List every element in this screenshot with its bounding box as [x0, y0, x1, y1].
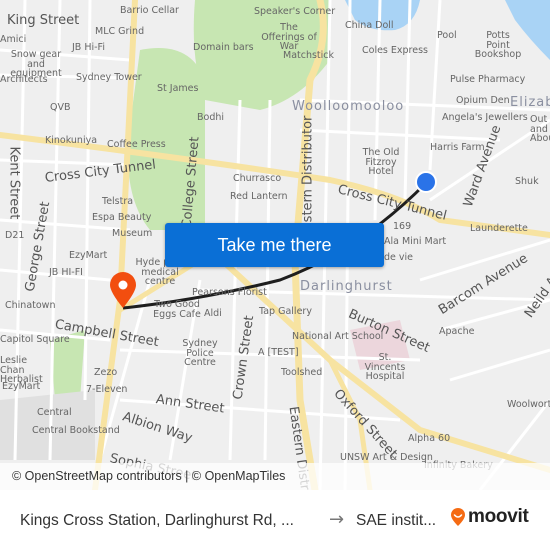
- poi-label: Amici: [0, 34, 27, 45]
- destination-name: SAE instit...: [356, 512, 437, 529]
- street-kent: Kent Street: [6, 146, 22, 220]
- poi-label: Shuk: [515, 176, 539, 187]
- attribution-text[interactable]: © OpenStreetMap contributors | © OpenMap…: [12, 469, 285, 483]
- poi-label: Barrio Cellar: [120, 5, 179, 16]
- poi-label: Capitol Square: [0, 334, 70, 345]
- poi-label: UNSW Art & Design: [340, 452, 433, 463]
- poi-label: Speaker's Corner: [254, 6, 336, 17]
- poi-label: JB HI-FI: [49, 267, 83, 278]
- poi-label: Coffee Press: [107, 139, 166, 150]
- poi-label: EzyMart: [69, 250, 108, 261]
- poi-label: D21: [5, 230, 25, 241]
- street-eastern-distributor: Eastern Distributor: [300, 115, 316, 239]
- poi-label: Zezo: [94, 367, 118, 378]
- poi-label: Churrasco: [233, 173, 282, 184]
- poi-label: Sydney Police Centre: [182, 338, 218, 368]
- poi-label: Red Lantern: [230, 191, 288, 202]
- poi-label: Two Good Eggs Cafe: [153, 299, 201, 320]
- poi-label: National Art School: [292, 331, 384, 342]
- poi-label: Woolworths: [507, 399, 550, 410]
- poi-label: Ala Mini Mart: [384, 236, 447, 247]
- poi-label: Bodhi: [197, 112, 225, 123]
- poi-label: Domain bars: [193, 42, 254, 53]
- poi-label: JB Hi-Fi: [72, 42, 105, 53]
- origin-name: Kings Cross Station, Darlinghurst Rd, ..…: [20, 512, 294, 529]
- poi-label: Potts Point Bookshop: [474, 30, 522, 60]
- poi-label: Pool: [437, 30, 457, 41]
- poi-label: Architects: [0, 74, 48, 85]
- poi-label: Chinatown: [5, 300, 56, 311]
- moovit-pin-icon: [451, 507, 465, 526]
- poi-label: EzyMart: [2, 381, 41, 392]
- poi-label: Opium Den: [456, 95, 510, 106]
- poi-label: St James: [157, 83, 199, 94]
- poi-label: Central Bookstand: [32, 425, 120, 436]
- poi-label: St. Vincents Hospital: [364, 352, 406, 382]
- moovit-logo[interactable]: moovit: [450, 506, 529, 528]
- poi-label: Angela's Jewellers: [442, 112, 528, 123]
- poi-label: Toolshed: [281, 367, 323, 378]
- poi-label: Matchstick: [283, 50, 335, 61]
- poi-label: Museum: [112, 228, 153, 239]
- poi-label: Coles Express: [362, 45, 428, 56]
- poi-label: Telstra: [102, 196, 134, 207]
- poi-label: The Offerings of War: [261, 22, 317, 52]
- poi-label: MLC Grind: [95, 26, 145, 37]
- district-darlinghurst: Darlinghurst: [300, 279, 393, 294]
- poi-label: de vie: [384, 252, 414, 263]
- poi-label: China Doll: [345, 20, 394, 31]
- poi-label: Harris Farm: [430, 142, 485, 153]
- poi-label: Alpha 60: [408, 433, 451, 444]
- poi-label: The Old Fitzroy Hotel: [362, 147, 400, 177]
- poi-label: Tap Gallery: [259, 306, 312, 317]
- poi-label: 7-Eleven: [86, 384, 128, 395]
- brand-name: moovit: [468, 506, 529, 527]
- poi-label: Out and About: [530, 114, 550, 144]
- poi-label: Espa Beauty: [92, 212, 152, 223]
- poi-label: Kinokuniya: [45, 135, 98, 146]
- map-view[interactable]: Woolloomooloo Darlinghurst Elizabeth Bay…: [0, 0, 550, 490]
- poi-label: A [TEST]: [258, 347, 299, 358]
- poi-label: Central: [37, 407, 72, 418]
- poi-label: QVB: [50, 102, 71, 113]
- take-me-there-button[interactable]: Take me there: [165, 223, 384, 267]
- poi-label: Launderette: [470, 223, 528, 234]
- poi-label: Pulse Pharmacy: [450, 74, 526, 85]
- district-woolloomooloo: Woolloomooloo: [292, 99, 405, 114]
- route-footer: Kings Cross Station, Darlinghurst Rd, ..…: [0, 490, 550, 550]
- origin-marker[interactable]: [415, 171, 437, 193]
- poi-label: Apache: [439, 326, 475, 337]
- street-king: King Street: [7, 13, 80, 28]
- district-elizabeth-bay: Elizabeth Bay: [510, 95, 550, 110]
- arrow-right-icon: →: [329, 509, 345, 530]
- map-attribution: © OpenStreetMap contributors | © OpenMap…: [0, 463, 550, 490]
- poi-label: 169: [393, 221, 412, 232]
- poi-label: Aldi: [204, 308, 222, 319]
- poi-label: Sydney Tower: [76, 72, 142, 83]
- poi-label: Pearsons Florist: [192, 287, 267, 298]
